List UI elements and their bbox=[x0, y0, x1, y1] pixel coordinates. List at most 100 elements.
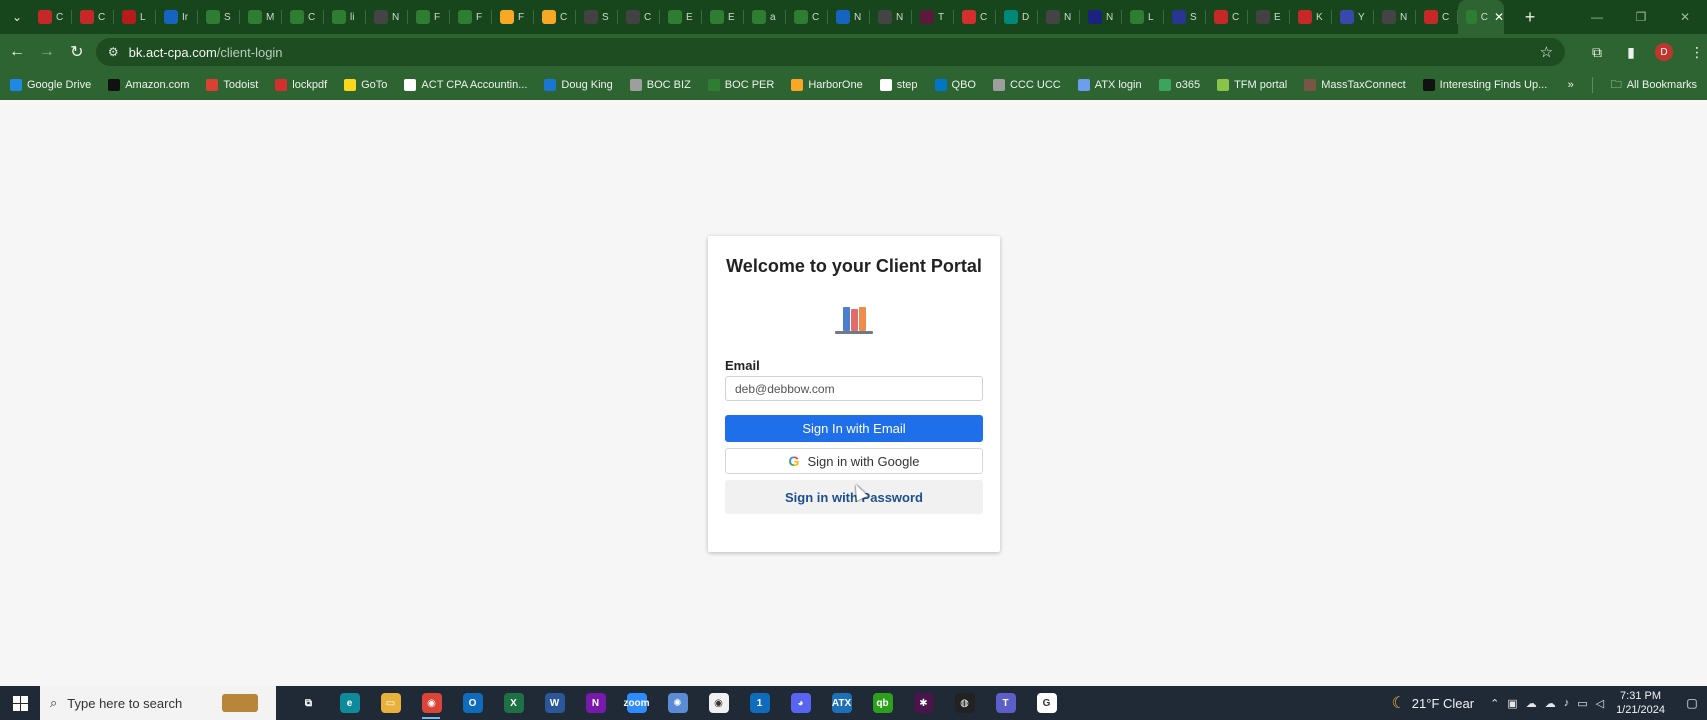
volume-icon[interactable]: ◁ bbox=[1596, 697, 1604, 710]
browser-tab[interactable]: F bbox=[492, 0, 534, 34]
bookmarks-overflow-icon[interactable]: » bbox=[1568, 79, 1574, 91]
browser-tab[interactable]: C bbox=[534, 0, 576, 34]
microphone-icon[interactable]: ♪ bbox=[1564, 697, 1570, 710]
browser-tab[interactable]: K bbox=[1290, 0, 1332, 34]
browser-tab[interactable]: T bbox=[912, 0, 954, 34]
onedrive-icon[interactable]: ☁ bbox=[1545, 697, 1556, 710]
bookmark-item[interactable]: Amazon.com bbox=[108, 79, 189, 91]
browser-tab[interactable]: C bbox=[618, 0, 660, 34]
browser-tab[interactable]: C bbox=[30, 0, 72, 34]
taskbar-app-zoom[interactable]: zoom bbox=[616, 686, 657, 720]
bookmark-item[interactable]: ACT CPA Accountin... bbox=[404, 79, 527, 91]
start-button[interactable] bbox=[0, 686, 40, 720]
email-field[interactable] bbox=[725, 376, 983, 401]
bookmark-item[interactable]: GoTo bbox=[344, 79, 387, 91]
address-bar[interactable]: ⚙ bk.act-cpa.com/client-login ☆ bbox=[95, 38, 1566, 66]
bookmark-item[interactable]: o365 bbox=[1158, 79, 1200, 91]
tab-search-button[interactable]: ⌄ bbox=[4, 4, 30, 30]
browser-tab[interactable]: N bbox=[1374, 0, 1416, 34]
browser-tab[interactable]: li bbox=[324, 0, 366, 34]
taskbar-app-task-view[interactable]: ⧉ bbox=[288, 686, 329, 720]
taskbar-app-settings-app[interactable]: ✺ bbox=[657, 686, 698, 720]
sign-in-email-button[interactable]: Sign In with Email bbox=[725, 415, 983, 442]
bookmark-item[interactable]: BOC PER bbox=[707, 79, 774, 91]
taskbar-app-quickbooks[interactable]: qb bbox=[862, 686, 903, 720]
weather-widget[interactable]: ☾ 21°F Clear bbox=[1391, 693, 1474, 713]
bookmark-item[interactable]: lockpdf bbox=[275, 79, 327, 91]
all-bookmarks-folder[interactable]: 🗀 All Bookmarks bbox=[1611, 76, 1697, 95]
taskbar-app-slack[interactable]: ✱ bbox=[903, 686, 944, 720]
browser-tab[interactable]: L bbox=[1122, 0, 1164, 34]
taskbar-app-chrome[interactable]: ◉ bbox=[411, 686, 452, 720]
device-icon[interactable]: ▣ bbox=[1507, 697, 1517, 710]
browser-tab[interactable]: L bbox=[114, 0, 156, 34]
taskbar-app-excel[interactable]: X bbox=[493, 686, 534, 720]
bookmark-item[interactable]: HarborOne bbox=[791, 79, 863, 91]
active-tab[interactable]: C ✕ bbox=[1458, 0, 1504, 34]
taskbar-app-edge[interactable]: e bbox=[329, 686, 370, 720]
taskbar-app-calendar[interactable]: 1 bbox=[739, 686, 780, 720]
bookmark-star-icon[interactable]: ☆ bbox=[1540, 43, 1553, 61]
taskbar-app-google-app[interactable]: G bbox=[1026, 686, 1067, 720]
browser-tab[interactable]: N bbox=[828, 0, 870, 34]
bookmark-item[interactable]: BOC BIZ bbox=[629, 79, 691, 91]
bookmark-item[interactable]: MassTaxConnect bbox=[1304, 79, 1406, 91]
taskbar-app-app-dark[interactable]: ◍ bbox=[944, 686, 985, 720]
bookmark-item[interactable]: ATX login bbox=[1077, 79, 1142, 91]
back-button[interactable]: ← bbox=[4, 39, 30, 65]
bookmark-item[interactable]: QBO bbox=[934, 79, 976, 91]
notification-icon[interactable]: ▢ bbox=[1677, 696, 1707, 710]
browser-tab[interactable]: C bbox=[1416, 0, 1458, 34]
close-window-button[interactable]: ✕ bbox=[1663, 0, 1707, 34]
chevron-up-icon[interactable]: ⌃ bbox=[1490, 697, 1499, 710]
browser-tab[interactable]: Y bbox=[1332, 0, 1374, 34]
browser-tab[interactable]: E bbox=[702, 0, 744, 34]
browser-tab[interactable]: S bbox=[1164, 0, 1206, 34]
browser-tab[interactable]: C bbox=[954, 0, 996, 34]
browser-tab[interactable]: E bbox=[1248, 0, 1290, 34]
taskbar-app-discord[interactable]: ◕ bbox=[780, 686, 821, 720]
browser-tab[interactable]: C bbox=[786, 0, 828, 34]
bookmark-item[interactable]: Interesting Finds Up... bbox=[1422, 79, 1547, 91]
bookmark-item[interactable]: TFM portal bbox=[1217, 79, 1287, 91]
taskbar-app-chrome-2[interactable]: ◉ bbox=[698, 686, 739, 720]
profile-avatar[interactable]: D bbox=[1655, 43, 1674, 61]
side-panel-icon[interactable]: ▮ bbox=[1621, 42, 1641, 62]
browser-tab[interactable]: C bbox=[1206, 0, 1248, 34]
sign-in-google-button[interactable]: G Sign in with Google bbox=[725, 448, 983, 474]
taskbar-app-word[interactable]: W bbox=[534, 686, 575, 720]
browser-tab[interactable]: F bbox=[450, 0, 492, 34]
site-info-icon[interactable]: ⚙ bbox=[108, 45, 119, 59]
browser-tab[interactable]: a bbox=[744, 0, 786, 34]
restore-button[interactable]: ❐ bbox=[1619, 0, 1663, 34]
browser-tab[interactable]: N bbox=[366, 0, 408, 34]
browser-tab[interactable]: D bbox=[996, 0, 1038, 34]
forward-button[interactable]: → bbox=[34, 39, 60, 65]
cloud-icon[interactable]: ☁ bbox=[1526, 697, 1537, 710]
browser-tab[interactable]: N bbox=[870, 0, 912, 34]
browser-tab[interactable]: C bbox=[72, 0, 114, 34]
url-text[interactable]: bk.act-cpa.com/client-login bbox=[129, 45, 283, 60]
bookmark-item[interactable]: step bbox=[879, 79, 918, 91]
reload-button[interactable]: ↻ bbox=[64, 39, 90, 65]
new-tab-button[interactable]: + bbox=[1516, 3, 1544, 31]
taskbar-app-teams[interactable]: T bbox=[985, 686, 1026, 720]
browser-tab[interactable]: C bbox=[282, 0, 324, 34]
network-icon[interactable]: ▭ bbox=[1577, 697, 1587, 710]
close-tab-icon[interactable]: ✕ bbox=[1494, 10, 1504, 24]
taskbar-app-onenote[interactable]: N bbox=[575, 686, 616, 720]
browser-tab[interactable]: Ir bbox=[156, 0, 198, 34]
taskbar-app-atx[interactable]: ATX bbox=[821, 686, 862, 720]
browser-tab[interactable]: S bbox=[198, 0, 240, 34]
browser-tab[interactable]: N bbox=[1038, 0, 1080, 34]
clock[interactable]: 7:31 PM 1/21/2024 bbox=[1616, 689, 1665, 717]
bookmark-item[interactable]: Todoist bbox=[206, 79, 258, 91]
taskbar-search[interactable]: ⌕ Type here to search bbox=[40, 686, 276, 720]
minimize-button[interactable]: — bbox=[1575, 0, 1619, 34]
taskbar-app-file-explorer[interactable]: ▭ bbox=[370, 686, 411, 720]
browser-tab[interactable]: M bbox=[240, 0, 282, 34]
extensions-icon[interactable]: ⧉ bbox=[1587, 42, 1607, 62]
bookmark-item[interactable]: CCC UCC bbox=[992, 79, 1061, 91]
bookmark-item[interactable]: Doug King bbox=[544, 79, 613, 91]
taskbar-app-outlook[interactable]: O bbox=[452, 686, 493, 720]
